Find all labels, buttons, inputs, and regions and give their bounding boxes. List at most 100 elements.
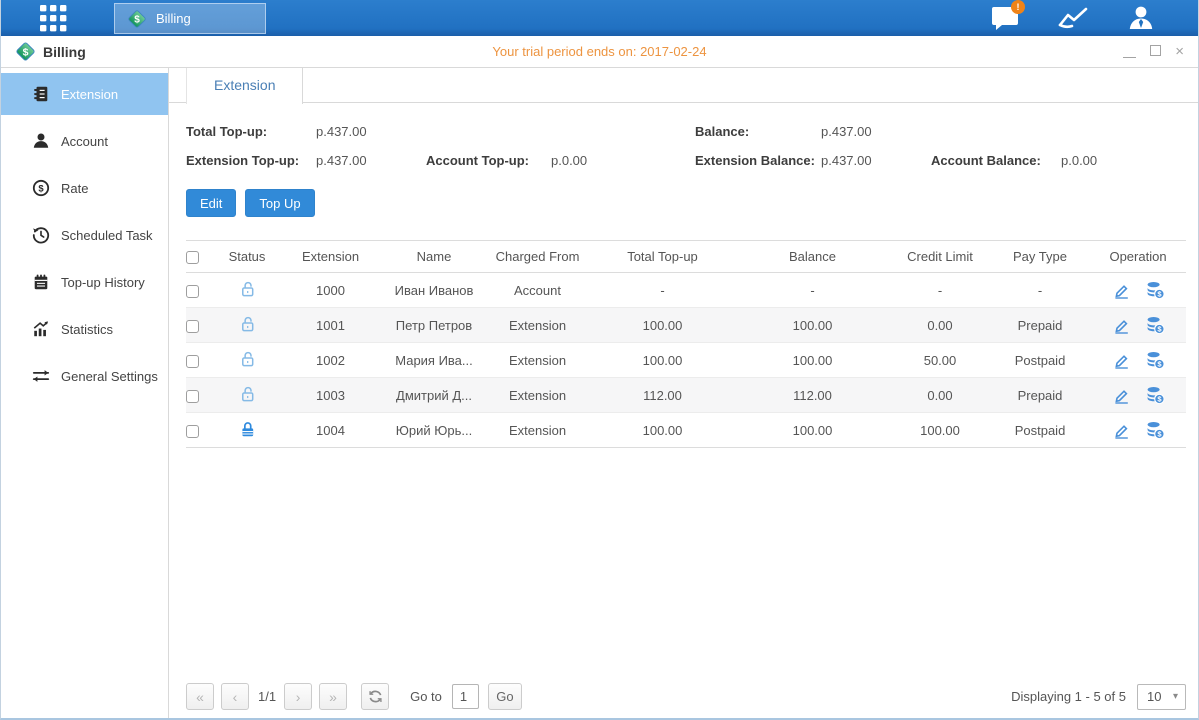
table-row: 1002Мария Ива...Extension100.00100.0050.…: [186, 343, 1186, 378]
user-menu-button[interactable]: [1124, 3, 1158, 33]
sidebar-item-general-settings[interactable]: General Settings: [1, 355, 168, 397]
operation-cell: $: [1090, 273, 1186, 308]
charged-from-cell: Extension: [485, 378, 590, 413]
svg-text:$: $: [23, 46, 29, 58]
extension-table: Status Extension Name Charged From Total…: [186, 240, 1186, 448]
sidebar-item-label: Scheduled Task: [61, 228, 153, 243]
row-checkbox[interactable]: [186, 355, 199, 368]
row-edit-button[interactable]: [1112, 386, 1130, 401]
minimize-button[interactable]: [1123, 44, 1136, 59]
credit-limit-cell: 50.00: [890, 343, 990, 378]
row-checkbox[interactable]: [186, 390, 199, 403]
top-up-button[interactable]: Top Up: [245, 189, 314, 217]
apps-grid-icon[interactable]: [34, 0, 72, 36]
account-topup-value: p.0.00: [551, 153, 695, 168]
reports-button[interactable]: [1056, 3, 1090, 33]
sidebar-item-label: Extension: [61, 87, 118, 102]
table-header-row: Status Extension Name Charged From Total…: [186, 241, 1186, 273]
select-all-checkbox[interactable]: [186, 251, 199, 264]
ledger-icon: [31, 273, 50, 292]
operation-cell: $: [1090, 413, 1186, 448]
status-cell: [216, 308, 278, 343]
sidebar-item-topup-history[interactable]: Top-up History: [1, 261, 168, 303]
pay-type-cell: Postpaid: [990, 413, 1090, 448]
balance-cell: 100.00: [735, 413, 890, 448]
notifications-button[interactable]: !: [988, 3, 1022, 33]
charged-from-cell: Extension: [485, 308, 590, 343]
window-title-text: Billing: [43, 44, 86, 60]
row-top-up-button[interactable]: $: [1146, 281, 1165, 296]
row-top-up-button[interactable]: $: [1146, 421, 1165, 436]
goto-page-input[interactable]: [452, 684, 479, 709]
credit-limit-cell: -: [890, 273, 990, 308]
maximize-button[interactable]: [1150, 44, 1161, 59]
credit-limit-cell: 0.00: [890, 308, 990, 343]
column-header-operation: Operation: [1090, 241, 1186, 273]
row-top-up-button[interactable]: $: [1146, 351, 1165, 366]
status-cell: [216, 413, 278, 448]
balance-value: p.437.00: [821, 124, 931, 139]
sidebar-item-extension[interactable]: Extension: [1, 73, 168, 115]
top-up-coins-icon: $: [1146, 421, 1165, 439]
status-unlocked-icon: [239, 280, 256, 298]
credit-limit-cell: 100.00: [890, 413, 990, 448]
charged-from-cell: Extension: [485, 413, 590, 448]
operation-cell: $: [1090, 343, 1186, 378]
sidebar-item-statistics[interactable]: Statistics: [1, 308, 168, 350]
close-button[interactable]: ×: [1175, 44, 1184, 59]
row-edit-button[interactable]: [1112, 351, 1130, 366]
page-size-select[interactable]: 10 ▾: [1137, 684, 1186, 710]
prev-page-button[interactable]: ‹: [221, 683, 249, 710]
refresh-button[interactable]: [361, 683, 389, 710]
row-checkbox[interactable]: [186, 285, 199, 298]
sliders-icon: [31, 367, 50, 386]
edit-pencil-icon: [1112, 281, 1130, 299]
account-balance-label: Account Balance:: [931, 153, 1061, 168]
edit-button[interactable]: Edit: [186, 189, 236, 217]
row-top-up-button[interactable]: $: [1146, 316, 1165, 331]
tab-extension[interactable]: Extension: [186, 68, 303, 104]
name-cell: Дмитрий Д...: [383, 378, 485, 413]
svg-text:$: $: [134, 14, 140, 25]
edit-pencil-icon: [1112, 421, 1130, 439]
name-cell: Мария Ива...: [383, 343, 485, 378]
go-button[interactable]: Go: [488, 683, 522, 710]
taskbar-tab-billing[interactable]: $ Billing: [114, 3, 266, 34]
extension-cell: 1000: [278, 273, 383, 308]
extension-table-body: 1000Иван ИвановAccount----$1001Петр Петр…: [186, 273, 1186, 448]
total-topup-cell: 100.00: [590, 343, 735, 378]
name-cell: Иван Иванов: [383, 273, 485, 308]
sidebar-item-rate[interactable]: $ Rate: [1, 167, 168, 209]
sidebar-item-scheduled-task[interactable]: Scheduled Task: [1, 214, 168, 256]
balance-cell: 100.00: [735, 308, 890, 343]
row-top-up-button[interactable]: $: [1146, 386, 1165, 401]
extension-cell: 1001: [278, 308, 383, 343]
billing-app-window: $ Billing !: [0, 0, 1199, 720]
refresh-icon: [368, 689, 383, 704]
status-unlocked-icon: [239, 315, 256, 333]
status-cell: [216, 343, 278, 378]
first-page-button[interactable]: «: [186, 683, 214, 710]
row-edit-button[interactable]: [1112, 421, 1130, 436]
row-checkbox[interactable]: [186, 425, 199, 438]
row-edit-button[interactable]: [1112, 316, 1130, 331]
row-edit-button[interactable]: [1112, 281, 1130, 296]
trial-period-notice: Your trial period ends on: 2017-02-24: [1, 44, 1198, 59]
operation-cell: $: [1090, 378, 1186, 413]
column-header-name: Name: [383, 241, 485, 273]
next-page-button[interactable]: ›: [284, 683, 312, 710]
sidebar-item-account[interactable]: Account: [1, 120, 168, 162]
column-header-credit-limit: Credit Limit: [890, 241, 990, 273]
column-header-total-topup: Total Top-up: [590, 241, 735, 273]
sidebar-item-label: Rate: [61, 181, 88, 196]
extension-book-icon: [31, 85, 50, 104]
sidebar-item-label: Statistics: [61, 322, 113, 337]
column-header-pay-type: Pay Type: [990, 241, 1090, 273]
edit-pencil-icon: [1112, 316, 1130, 334]
last-page-button[interactable]: »: [319, 683, 347, 710]
notification-badge: !: [1011, 0, 1025, 14]
extension-topup-value: p.437.00: [316, 153, 426, 168]
history-clock-icon: [31, 226, 50, 245]
total-topup-cell: 100.00: [590, 413, 735, 448]
row-checkbox[interactable]: [186, 320, 199, 333]
